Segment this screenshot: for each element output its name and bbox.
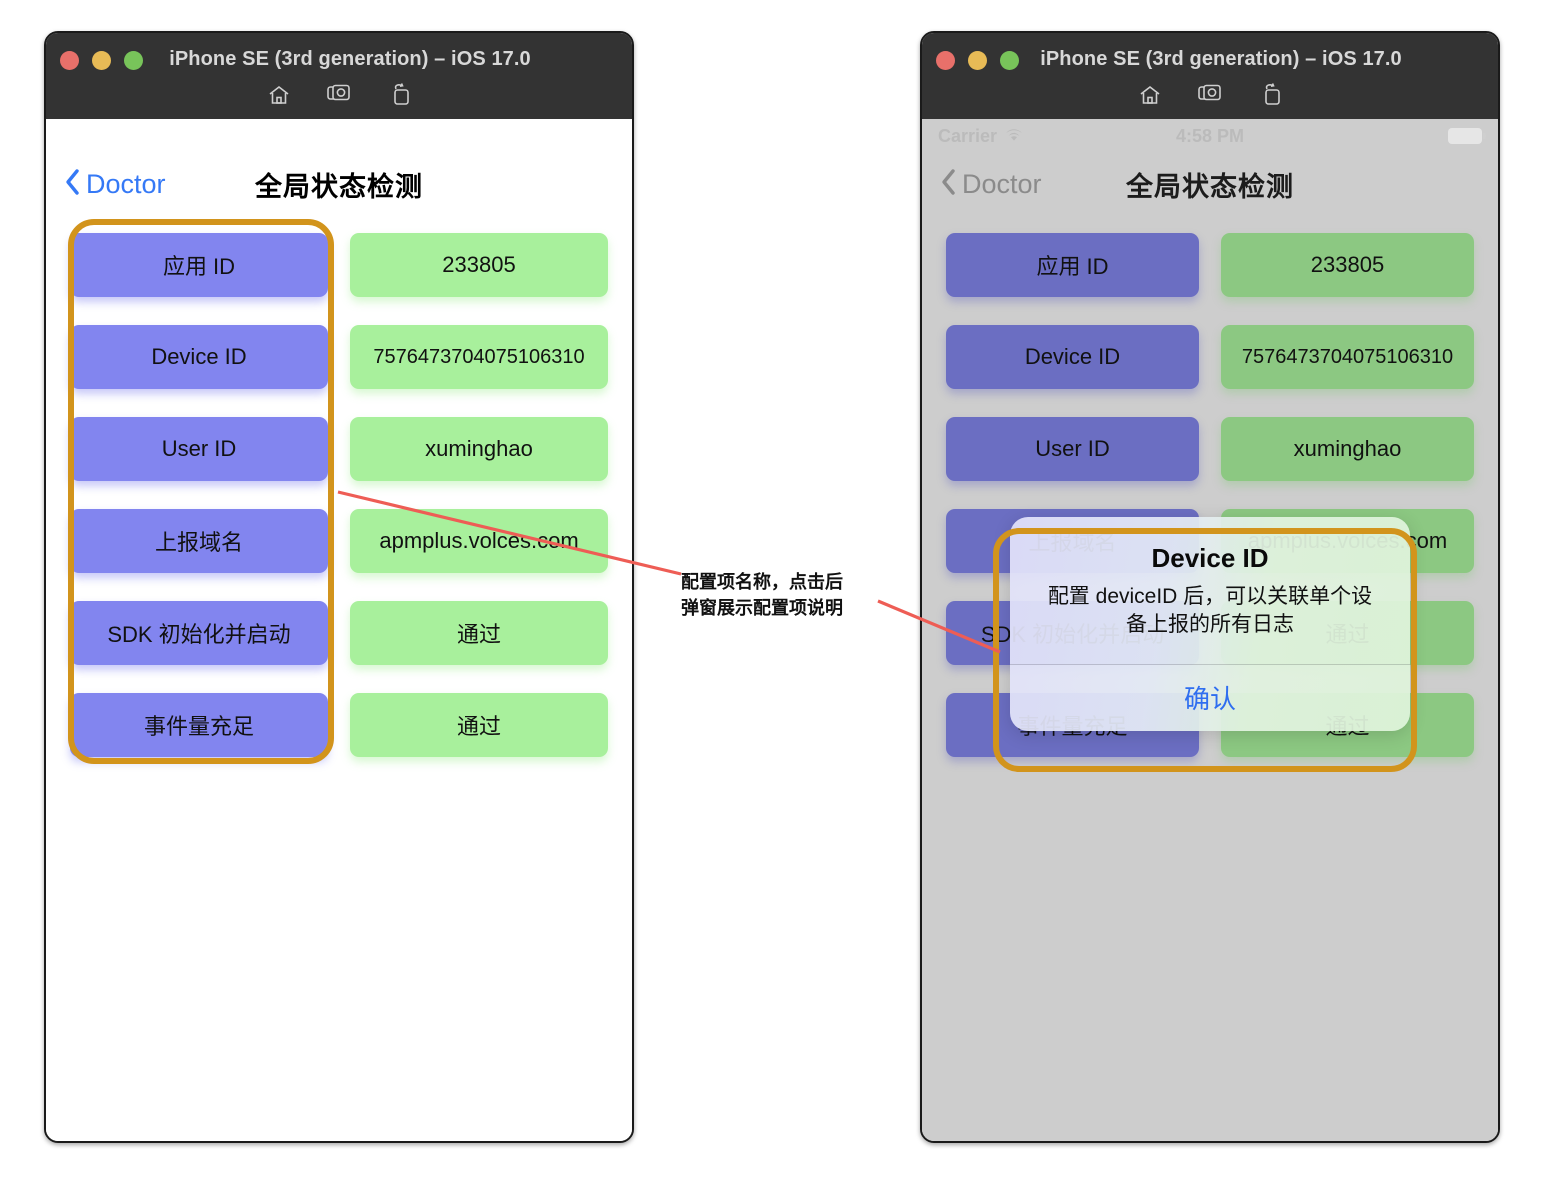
- battery-icon: [1448, 128, 1486, 144]
- config-value-button[interactable]: 通过: [350, 601, 608, 665]
- screenshot-root: iPhone SE (3rd generation) – iOS 17.0 Do…: [0, 0, 1562, 1194]
- config-key-button[interactable]: 事件量充足: [70, 693, 328, 757]
- config-key-button[interactable]: 应用 ID: [946, 233, 1199, 297]
- simulator-window-left: iPhone SE (3rd generation) – iOS 17.0 Do…: [44, 31, 634, 1143]
- navigation-bar-right: Doctor 全局状态检测: [922, 153, 1498, 215]
- simulator-toolbar-left: [46, 83, 632, 107]
- table-row: Device ID 7576473704075106310: [946, 325, 1474, 389]
- table-row: User ID xuminghao: [70, 417, 608, 481]
- table-row: SDK 初始化并启动 通过: [70, 601, 608, 665]
- status-bar-time: 4:58 PM: [1175, 125, 1245, 146]
- table-row: 应用 ID 233805: [946, 233, 1474, 297]
- phone-screen-right: Carrier 4:58 PM Doctor 全局状态检测 应用 ID 2338…: [922, 119, 1498, 1141]
- config-key-button[interactable]: User ID: [70, 417, 328, 481]
- navigation-bar-left: Doctor 全局状态检测: [46, 153, 632, 215]
- config-value-button[interactable]: 233805: [350, 233, 608, 297]
- home-icon[interactable]: [1138, 83, 1162, 107]
- table-row: 上报域名 apmplus.volces.com: [70, 509, 608, 573]
- alert-title: Device ID: [1151, 543, 1269, 573]
- table-row: 应用 ID 233805: [70, 233, 608, 297]
- config-value-button[interactable]: xuminghao: [1221, 417, 1474, 481]
- screenshot-camera-icon[interactable]: [327, 83, 353, 107]
- simulator-toolbar-right: [922, 83, 1498, 107]
- alert-dialog: Device ID 配置 deviceID 后，可以关联单个设备上报的所有日志 …: [1010, 517, 1410, 731]
- alert-message: 配置 deviceID 后，可以关联单个设备上报的所有日志: [1047, 585, 1373, 637]
- screenshot-camera-icon[interactable]: [1198, 83, 1224, 107]
- config-key-button[interactable]: 应用 ID: [70, 233, 328, 297]
- annotation-label: 配置项名称，点击后 弹窗展示配置项说明: [681, 572, 843, 619]
- rotate-icon[interactable]: [389, 83, 411, 107]
- phone-screen-left: Doctor 全局状态检测 应用 ID 233805 Device ID 757…: [46, 119, 632, 1141]
- config-value-button[interactable]: 通过: [350, 693, 608, 757]
- config-value-button[interactable]: xuminghao: [350, 417, 608, 481]
- rotate-icon[interactable]: [1260, 83, 1282, 107]
- alert-body: Device ID 配置 deviceID 后，可以关联单个设备上报的所有日志: [1010, 517, 1410, 664]
- window-titlebar-right: iPhone SE (3rd generation) – iOS 17.0: [922, 33, 1498, 119]
- ios-status-bar: Carrier 4:58 PM: [922, 119, 1498, 153]
- config-value-button[interactable]: 7576473704075106310: [350, 325, 608, 389]
- config-key-button[interactable]: Device ID: [70, 325, 328, 389]
- status-rows-left: 应用 ID 233805 Device ID 75764737040751063…: [46, 215, 632, 757]
- config-value-button[interactable]: 7576473704075106310: [1221, 325, 1474, 389]
- window-title: iPhone SE (3rd generation) – iOS 17.0: [169, 48, 531, 70]
- page-title: 全局状态检测: [1126, 171, 1294, 202]
- config-key-button[interactable]: User ID: [946, 417, 1199, 481]
- table-row: User ID xuminghao: [946, 417, 1474, 481]
- simulator-window-right: iPhone SE (3rd generation) – iOS 17.0 Ca…: [920, 31, 1500, 1143]
- config-value-button[interactable]: 233805: [1221, 233, 1474, 297]
- page-title: 全局状态检测: [255, 171, 423, 202]
- table-row: 事件量充足 通过: [70, 693, 608, 757]
- config-key-button[interactable]: Device ID: [946, 325, 1199, 389]
- home-icon[interactable]: [267, 83, 291, 107]
- window-titlebar-left: iPhone SE (3rd generation) – iOS 17.0: [46, 33, 632, 119]
- table-row: Device ID 7576473704075106310: [70, 325, 608, 389]
- config-key-button[interactable]: 上报域名: [70, 509, 328, 573]
- window-title: iPhone SE (3rd generation) – iOS 17.0: [1040, 48, 1402, 70]
- config-value-button[interactable]: apmplus.volces.com: [350, 509, 608, 573]
- config-key-button[interactable]: SDK 初始化并启动: [70, 601, 328, 665]
- alert-confirm-button[interactable]: 确认: [1010, 665, 1410, 731]
